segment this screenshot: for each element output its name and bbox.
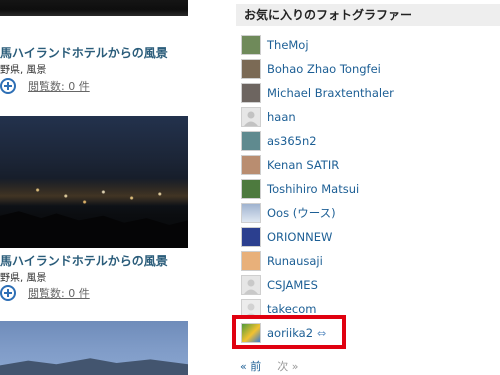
photographer-name[interactable]: Kenan SATIR <box>267 158 339 172</box>
photo-thumbnail-2[interactable] <box>0 116 188 248</box>
highlight-box <box>232 315 346 349</box>
photographer-name[interactable]: haan <box>267 110 296 124</box>
pagination: « 前 次 » <box>240 358 298 374</box>
avatar[interactable] <box>241 227 261 247</box>
ridge-silhouette <box>0 358 188 375</box>
photographer-name[interactable]: ORIONNEW <box>267 230 332 244</box>
photographer-name[interactable]: Oos (ウース) <box>267 205 336 221</box>
photographer-item[interactable]: TheMoj <box>241 33 500 57</box>
photographer-item[interactable]: haan <box>241 105 500 129</box>
photographer-item[interactable]: Michael Braxtenthaler <box>241 81 500 105</box>
avatar[interactable] <box>241 251 261 271</box>
photo-title-1[interactable]: 馬ハイランドホテルからの風景 <box>0 44 168 61</box>
avatar[interactable] <box>241 203 261 223</box>
views-link-2[interactable]: 閲覧数: 0 件 <box>28 285 90 301</box>
add-circle-icon[interactable] <box>0 78 16 94</box>
avatar[interactable] <box>241 83 261 103</box>
photo-title-2[interactable]: 馬ハイランドホテルからの風景 <box>0 252 168 269</box>
photographer-name[interactable]: TheMoj <box>267 38 309 52</box>
photographer-item[interactable]: Kenan SATIR <box>241 153 500 177</box>
favorites-title: お気に入りのフォトグラファー <box>236 4 500 26</box>
photo-location-1: 野県, 風景 <box>0 65 47 76</box>
default-avatar-icon[interactable] <box>241 107 261 127</box>
photographer-item[interactable]: Runausaji <box>241 249 500 273</box>
photographer-item[interactable]: ORIONNEW <box>241 225 500 249</box>
photographer-item[interactable]: Toshihiro Matsui <box>241 177 500 201</box>
photographer-list: TheMoj Bohao Zhao Tongfei Michael Braxte… <box>241 33 500 345</box>
add-circle-icon[interactable] <box>0 285 16 301</box>
avatar[interactable] <box>241 59 261 79</box>
photographer-name[interactable]: takecom <box>267 302 316 316</box>
city-lights <box>0 178 188 218</box>
photographer-item[interactable]: CSJAMES <box>241 273 500 297</box>
photo-thumbnail-3[interactable] <box>0 321 188 375</box>
avatar[interactable] <box>241 35 261 55</box>
avatar[interactable] <box>241 179 261 199</box>
prev-page-link[interactable]: « 前 <box>240 358 261 374</box>
default-avatar-icon[interactable] <box>241 275 261 295</box>
photographer-item[interactable]: as365n2 <box>241 129 500 153</box>
avatar[interactable] <box>241 155 261 175</box>
photographer-name[interactable]: Michael Braxtenthaler <box>267 86 394 100</box>
photo-thumbnail-1[interactable] <box>0 0 188 16</box>
photographer-item[interactable]: Oos (ウース) <box>241 201 500 225</box>
photographer-name[interactable]: CSJAMES <box>267 278 318 292</box>
next-page-link[interactable]: 次 » <box>277 358 298 374</box>
photographer-name[interactable]: as365n2 <box>267 134 317 148</box>
views-link-1[interactable]: 閲覧数: 0 件 <box>28 78 90 94</box>
photographer-name[interactable]: Toshihiro Matsui <box>267 182 359 196</box>
photographer-name[interactable]: Bohao Zhao Tongfei <box>267 62 381 76</box>
photo-views-1: 閲覧数: 0 件 <box>0 78 90 94</box>
photographer-name[interactable]: Runausaji <box>267 254 323 268</box>
photo-views-2: 閲覧数: 0 件 <box>0 285 90 301</box>
photo-location-2: 野県, 風景 <box>0 273 47 284</box>
avatar[interactable] <box>241 131 261 151</box>
photographer-item[interactable]: Bohao Zhao Tongfei <box>241 57 500 81</box>
